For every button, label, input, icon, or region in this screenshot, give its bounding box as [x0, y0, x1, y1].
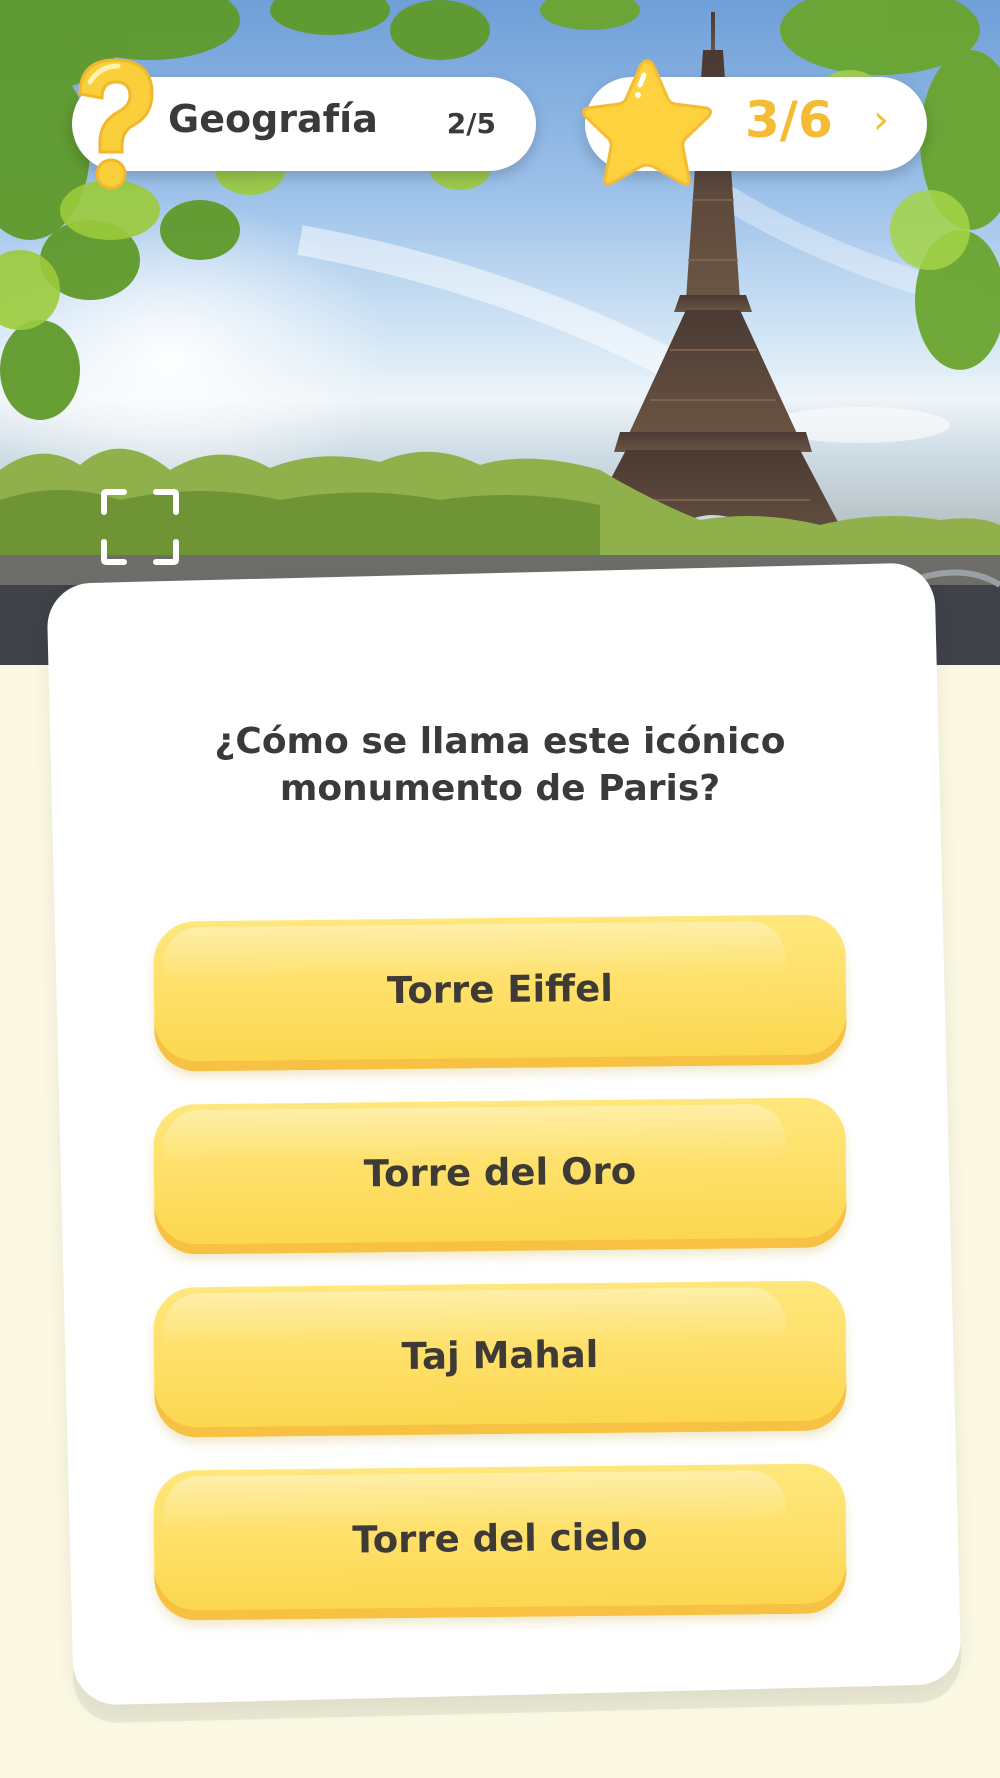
chevron-right-icon[interactable]: ›	[873, 97, 889, 143]
fullscreen-icon[interactable]	[100, 488, 180, 566]
answer-label: Torre del cielo	[352, 1514, 648, 1562]
answer-button-2[interactable]: Torre del Oro	[153, 1097, 847, 1255]
answer-label: Torre del Oro	[363, 1149, 637, 1195]
answer-label: Taj Mahal	[401, 1332, 599, 1378]
answer-button-4[interactable]: Torre del cielo	[153, 1463, 847, 1621]
answer-button-3[interactable]: Taj Mahal	[153, 1280, 847, 1438]
answer-label: Torre Eiffel	[386, 966, 614, 1012]
star-icon	[581, 59, 713, 186]
answer-button-1[interactable]: Torre Eiffel	[153, 914, 847, 1072]
question-text: ¿Cómo se llama este icónico monumento de…	[214, 721, 786, 809]
question-progress: 2/5	[446, 107, 496, 140]
category-title: Geografía	[168, 97, 378, 141]
score-value: 3/6	[745, 91, 833, 149]
question-mark-icon	[78, 58, 154, 190]
